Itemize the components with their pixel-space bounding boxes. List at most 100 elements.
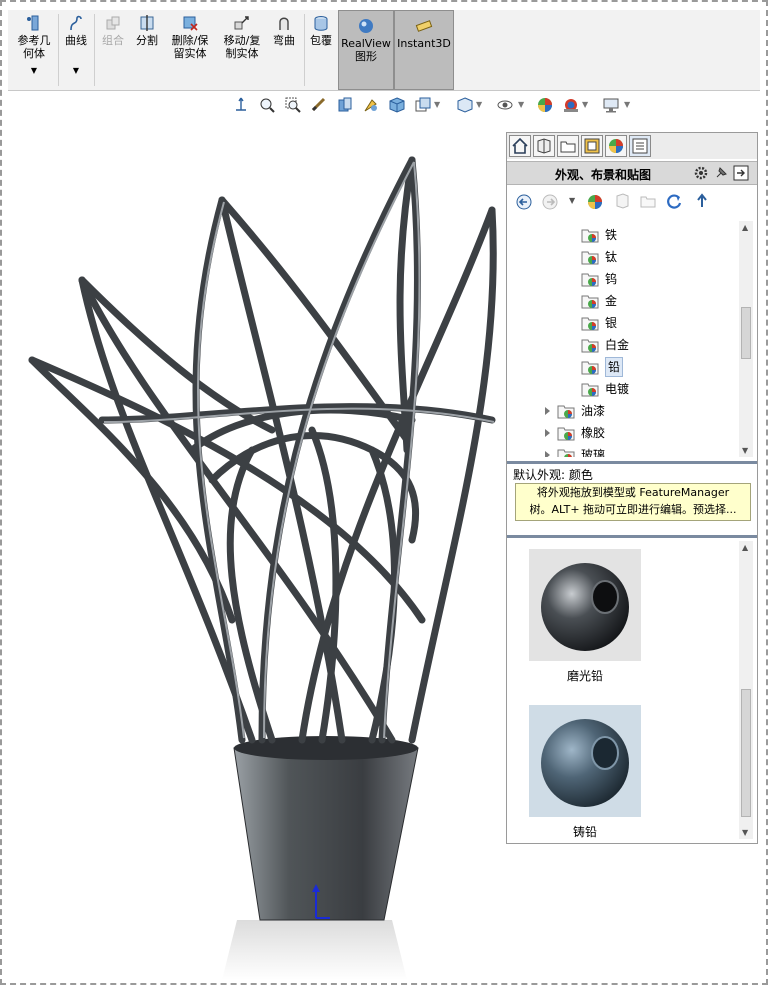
- pane-splitter[interactable]: [507, 535, 757, 538]
- chevron-down-icon[interactable]: ▼: [624, 100, 630, 109]
- sphere-preview-icon: [529, 705, 641, 817]
- view-settings-icon[interactable]: [602, 96, 620, 114]
- reference-geometry-button[interactable]: 参考几何体 ▼: [14, 14, 54, 77]
- collapse-pane-icon[interactable]: [733, 165, 749, 181]
- move-copy-body-button[interactable]: 移动/复制实体: [220, 14, 264, 60]
- appearances-library-icon[interactable]: [585, 192, 605, 212]
- chevron-down-icon[interactable]: ▼: [518, 100, 524, 109]
- split-button[interactable]: 分割: [132, 14, 162, 47]
- tab-view-palette[interactable]: [581, 135, 603, 157]
- add-location-icon[interactable]: [613, 192, 631, 210]
- hide-show-items-icon[interactable]: [456, 96, 474, 114]
- delete-keep-body-button[interactable]: 删除/保留实体: [168, 14, 212, 60]
- chevron-down-icon[interactable]: ▼: [476, 100, 482, 109]
- chevron-down-icon[interactable]: ▼: [60, 64, 92, 77]
- tab-design-library[interactable]: [533, 135, 555, 157]
- scroll-down-icon[interactable]: ▼: [742, 446, 748, 455]
- swatch-cast-lead[interactable]: [529, 705, 641, 817]
- folder-icon: [560, 141, 576, 153]
- command-ribbon: 参考几何体 ▼ 曲线 ▼ 组合 分割 删除/保留实体 移动/复制实体 弯曲 包覆…: [8, 10, 760, 91]
- instant3d-button[interactable]: Instant3D: [394, 10, 454, 90]
- add-folder-icon[interactable]: [639, 192, 657, 210]
- realview-sphere-icon: [359, 19, 373, 33]
- swatch-scrollbar[interactable]: ▲ ▼: [739, 541, 753, 839]
- swatch-label: 铸铅: [572, 825, 597, 839]
- folder-appearance-icon: [557, 449, 575, 457]
- chevron-down-icon[interactable]: ▼: [569, 196, 575, 205]
- split-label: 分割: [136, 34, 158, 47]
- combine-button[interactable]: 组合: [98, 14, 128, 47]
- zoom-to-fit-icon[interactable]: [258, 96, 276, 114]
- folder-appearance-icon: [557, 405, 575, 419]
- task-pane-title-bar: 外观、布景和贴图: [507, 161, 757, 185]
- tab-appearances-scenes[interactable]: [605, 135, 627, 157]
- scroll-up-icon[interactable]: ▲: [742, 223, 748, 232]
- expand-arrow-icon[interactable]: [545, 429, 550, 437]
- view-orientation-icon[interactable]: [232, 96, 250, 114]
- folder-appearance-icon: [557, 427, 575, 441]
- drag-tooltip: 将外观拖放到模型或 FeatureManager 树。ALT+ 拖动可立即进行编…: [515, 483, 751, 521]
- combine-label: 组合: [102, 34, 124, 47]
- tree-item-label: 电镀: [605, 382, 630, 396]
- chevron-down-icon[interactable]: ▼: [582, 100, 588, 109]
- eye-icon[interactable]: [496, 96, 514, 114]
- refresh-icon[interactable]: [665, 192, 683, 210]
- scroll-down-icon[interactable]: ▼: [742, 828, 748, 837]
- folder-appearance-icon: [581, 251, 599, 265]
- tab-custom-properties[interactable]: [629, 135, 651, 157]
- realview-graphics-button[interactable]: RealView 图形: [338, 10, 394, 90]
- custom-properties-icon: [632, 138, 648, 154]
- display-style-icon[interactable]: [414, 96, 432, 114]
- curves-label: 曲线: [65, 34, 87, 47]
- expand-arrow-icon[interactable]: [545, 451, 550, 457]
- move-copy-icon: [234, 16, 249, 30]
- realview-graphics-label: RealView 图形: [341, 37, 391, 63]
- wrap-button[interactable]: 包覆: [306, 14, 336, 47]
- section-view-icon[interactable]: [336, 96, 354, 114]
- tab-file-explorer[interactable]: [557, 135, 579, 157]
- swatch-label: 磨光铅: [566, 669, 603, 683]
- model-graphics-area[interactable]: [12, 120, 512, 980]
- expand-arrow-icon[interactable]: [545, 407, 550, 415]
- up-arrow-icon[interactable]: [693, 192, 711, 210]
- tab-solidworks-resources[interactable]: [509, 135, 531, 157]
- pin-icon[interactable]: [713, 165, 729, 181]
- chevron-down-icon[interactable]: ▼: [14, 64, 54, 77]
- chevron-down-icon[interactable]: ▼: [434, 100, 440, 109]
- pane-splitter[interactable]: [507, 461, 757, 464]
- flex-label: 弯曲: [273, 34, 295, 47]
- previous-view-icon[interactable]: [310, 96, 328, 114]
- forward-arrow-icon[interactable]: [541, 193, 559, 211]
- curves-icon: [70, 15, 82, 31]
- lattice-highlights: [103, 161, 495, 739]
- task-pane-title: 外观、布景和贴图: [555, 168, 652, 182]
- vase-base: [233, 747, 419, 921]
- folder-appearance-icon: [581, 273, 599, 287]
- gear-icon[interactable]: [693, 165, 709, 181]
- lattice-shell: [28, 156, 497, 744]
- ribbon-separator: [94, 14, 95, 86]
- swatch-scrollbar-thumb[interactable]: [741, 689, 751, 817]
- split-icon: [140, 15, 154, 31]
- tree-item-label: 铅: [605, 357, 624, 377]
- flex-button[interactable]: 弯曲: [270, 14, 298, 47]
- zoom-to-area-icon[interactable]: [284, 96, 302, 114]
- folder-appearance-icon: [581, 383, 599, 397]
- tree-scrollbar-thumb[interactable]: [741, 307, 751, 359]
- reference-geometry-icon: [27, 15, 39, 31]
- tree-scrollbar[interactable]: ▲ ▼: [739, 221, 753, 457]
- tree-item-label: 油漆: [581, 404, 606, 418]
- tree-item-label: 橡胶: [581, 426, 606, 440]
- swatch-polished-lead[interactable]: [529, 549, 641, 661]
- tree-item-label: 金: [605, 294, 618, 308]
- folder-appearance-icon: [581, 361, 599, 375]
- scroll-up-icon[interactable]: ▲: [742, 543, 748, 552]
- task-pane: 外观、布景和贴图 ▼ 铁 钛 钨 金 银 白金 铅 电镀 油漆 橡胶 玻璃 ▲ …: [506, 132, 758, 844]
- back-arrow-icon[interactable]: [515, 193, 533, 211]
- edit-appearance-icon[interactable]: [536, 96, 554, 114]
- apply-scene-icon[interactable]: [562, 96, 580, 114]
- view-orientation-cube-icon[interactable]: [388, 96, 406, 114]
- default-appearance-label: 默认外观: 颜色: [513, 468, 593, 482]
- dynamic-annotation-icon[interactable]: [362, 96, 380, 114]
- curves-button[interactable]: 曲线 ▼: [60, 14, 92, 77]
